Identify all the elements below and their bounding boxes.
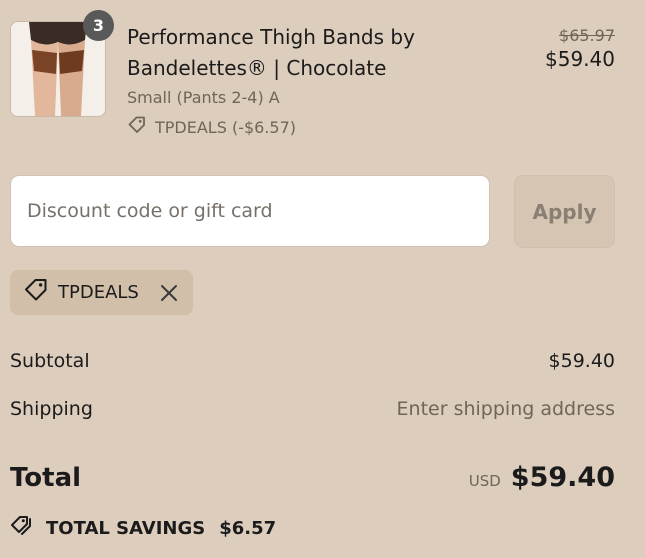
shipping-label: Shipping (10, 398, 93, 420)
product-discount: TPDEALS (-$6.57) (127, 115, 296, 139)
line-item: 3 Performance Thigh Bands by Bandelettes… (10, 10, 615, 141)
currency-code: USD (468, 472, 501, 490)
applied-discount-code: TPDEALS (58, 282, 139, 303)
subtotal-label: Subtotal (10, 350, 90, 372)
product-name: Performance Thigh Bands by Bandelettes® … (127, 25, 415, 80)
product-variant: Small (Pants 2-4) A (127, 88, 280, 107)
total-amount: USD $59.40 (469, 462, 615, 493)
quantity-badge: 3 (83, 10, 114, 41)
tag-icon (127, 115, 147, 139)
price-column: $65.97 $59.40 (545, 26, 615, 71)
product-discount-label: TPDEALS (-$6.57) (155, 117, 297, 137)
tags-icon (10, 514, 36, 543)
total-row: Total USD $59.40 (10, 462, 615, 493)
original-price: $65.97 (559, 26, 615, 45)
total-savings: TOTAL SAVINGS $6.57 (10, 514, 276, 543)
total-value: $59.40 (510, 462, 615, 493)
savings-label: TOTAL SAVINGS (46, 518, 206, 539)
shipping-row: Shipping Enter shipping address (10, 398, 615, 420)
apply-button[interactable]: Apply (514, 175, 615, 248)
subtotal-row: Subtotal $59.40 (10, 350, 615, 372)
tag-icon (23, 277, 49, 308)
close-icon[interactable] (160, 284, 178, 302)
shipping-value: Enter shipping address (396, 398, 615, 420)
current-price: $59.40 (545, 47, 615, 71)
discount-code-input[interactable] (10, 175, 490, 247)
applied-discount-tag: TPDEALS (10, 270, 193, 315)
savings-value: $6.57 (219, 518, 277, 539)
discount-row: Apply (10, 175, 615, 249)
total-label: Total (10, 463, 82, 493)
subtotal-value: $59.40 (548, 350, 615, 372)
